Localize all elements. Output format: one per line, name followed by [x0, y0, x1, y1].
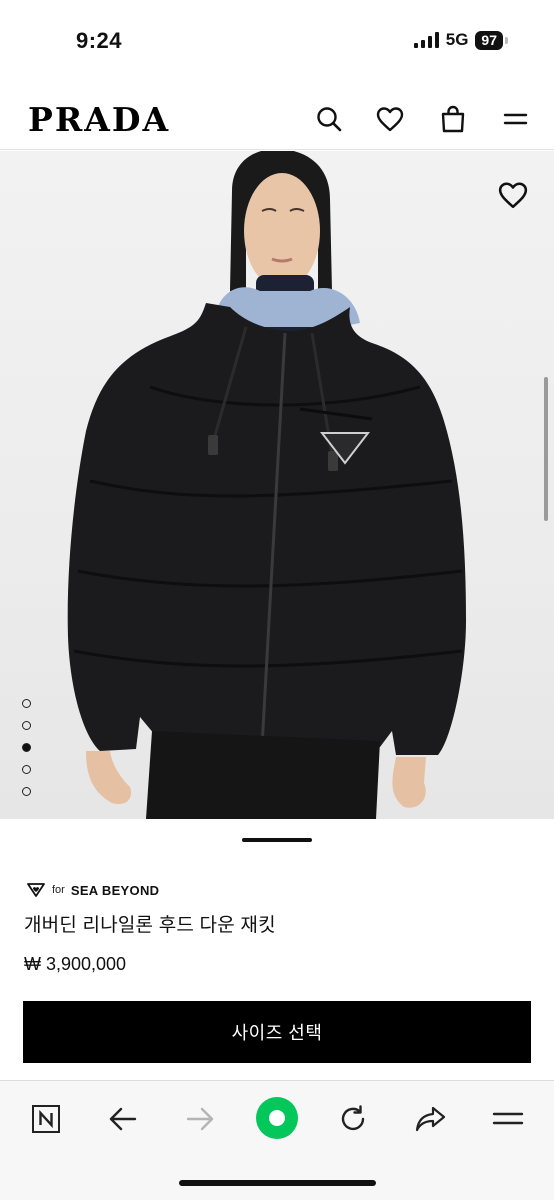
sea-beyond-heart-icon: [27, 883, 45, 897]
gallery-dot-active[interactable]: [22, 743, 31, 752]
gallery-dot[interactable]: [22, 787, 31, 796]
brand-for-label: for: [52, 884, 65, 896]
home-indicator: [179, 1180, 376, 1186]
shopping-bag-icon[interactable]: [438, 104, 468, 134]
site-header: PRADA: [0, 86, 554, 150]
signal-icon: [413, 32, 439, 48]
heart-icon[interactable]: [375, 104, 405, 134]
sheet-drag-handle[interactable]: [242, 838, 312, 842]
select-size-button[interactable]: 사이즈 선택: [23, 1001, 531, 1063]
gallery-dot[interactable]: [22, 765, 31, 774]
battery-icon: 97: [475, 30, 503, 50]
status-bar: 9:24 5G 97: [0, 0, 554, 82]
battery-tip: [505, 36, 508, 44]
wishlist-heart-icon[interactable]: [498, 181, 528, 211]
menu-icon[interactable]: [500, 104, 530, 134]
forward-arrow-icon[interactable]: [178, 1099, 222, 1139]
sea-beyond-badge: for SEA BEYOND: [26, 882, 159, 898]
back-arrow-icon[interactable]: [101, 1099, 145, 1139]
search-icon[interactable]: [314, 104, 344, 134]
status-indicators: 5G 97: [413, 30, 508, 50]
product-price: ₩ 3,900,000: [24, 954, 127, 974]
prada-logo[interactable]: PRADA: [28, 100, 170, 139]
share-icon[interactable]: [408, 1099, 452, 1139]
reload-icon[interactable]: [331, 1099, 375, 1139]
product-name: 개버딘 리나일론 후드 다운 재킷: [24, 915, 276, 936]
gallery-dot[interactable]: [22, 721, 31, 730]
gallery-dot[interactable]: [22, 699, 31, 708]
naver-n-icon[interactable]: [24, 1099, 68, 1139]
brand-program-label: SEA BEYOND: [70, 882, 160, 898]
product-image[interactable]: [0, 151, 554, 819]
green-home-icon[interactable]: [254, 1095, 300, 1141]
network-type: 5G: [445, 30, 469, 49]
model-illustration: [67, 151, 466, 819]
page-scrollbar[interactable]: [544, 377, 548, 521]
gallery-pagination: [22, 699, 31, 796]
browser-menu-icon[interactable]: [486, 1099, 530, 1139]
status-time: 9:24: [76, 28, 123, 53]
